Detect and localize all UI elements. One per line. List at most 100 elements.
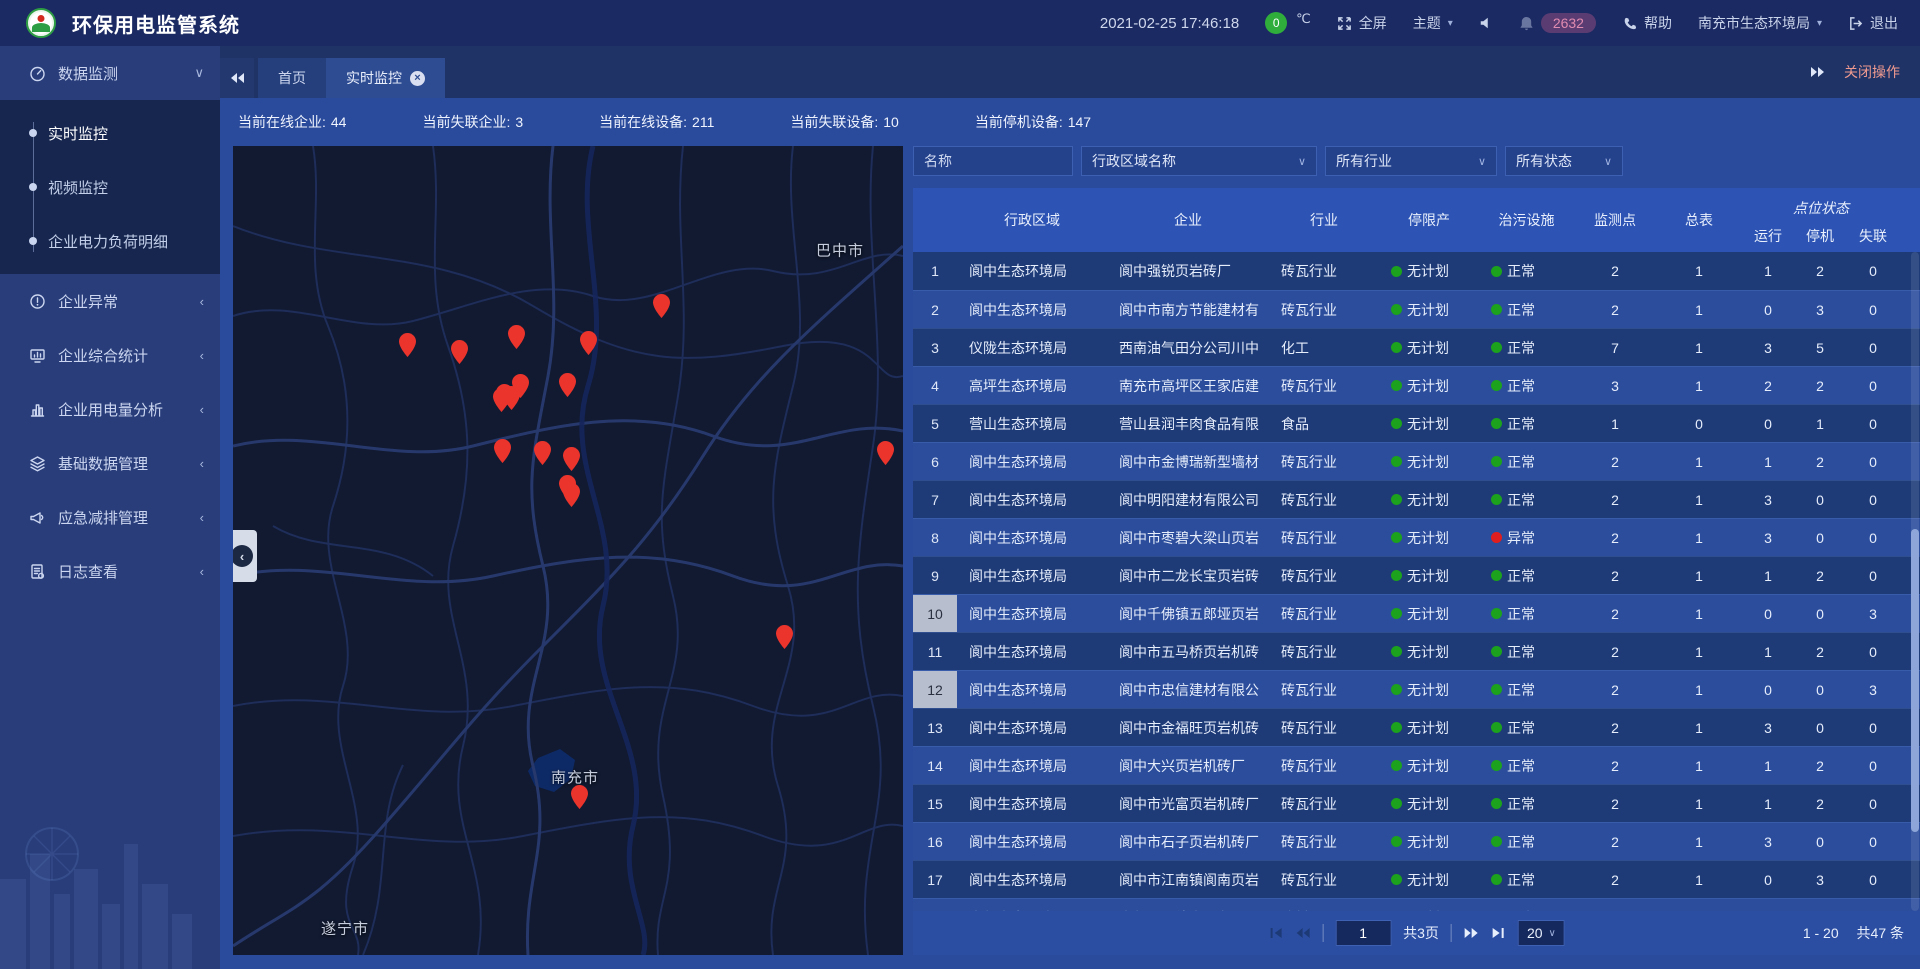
cell-disconnected-count: 0 xyxy=(1846,405,1900,442)
org-menu[interactable]: 南充市生态环境局 ▾ xyxy=(1698,13,1822,33)
tab-home[interactable]: 首页 xyxy=(258,58,326,98)
map-pin-icon[interactable] xyxy=(562,446,581,472)
sidebar-subitem-企业电力负荷明细[interactable]: 企业电力负荷明细 xyxy=(0,214,220,268)
region-select[interactable]: 行政区域名称 ∨ xyxy=(1081,146,1317,176)
cell-running-count: 3 xyxy=(1742,329,1794,366)
table-row[interactable]: 18 南部生态环境局 南部县砌佳土湿有限公 建材加工 无计划 正常 6 0 0 … xyxy=(913,898,1920,911)
status-dot-icon xyxy=(1391,494,1402,505)
sidebar-item-企业综合统计[interactable]: 企业综合统计 ‹ xyxy=(0,328,220,382)
notification-count-badge: 2632 xyxy=(1541,13,1596,33)
sidebar-subitem-视频监控[interactable]: 视频监控 xyxy=(0,160,220,214)
cell-region: 阆中生态环境局 xyxy=(957,823,1107,860)
help-button[interactable]: 帮助 xyxy=(1622,13,1672,33)
pagination-bar: 共3页 20 ∨ xyxy=(913,911,1920,955)
app-title: 环保用电监管系统 xyxy=(72,9,240,38)
last-page-button[interactable] xyxy=(1492,927,1506,939)
sidebar-item-日志查看[interactable]: 日志查看 ‹ xyxy=(0,544,220,598)
map-pin-icon[interactable] xyxy=(502,385,521,411)
table-row[interactable]: 8 阆中生态环境局 阆中市枣碧大梁山页岩 砖瓦行业 无计划 异常 2 1 3 0… xyxy=(913,518,1920,556)
page-size-select[interactable]: 20 ∨ xyxy=(1518,920,1565,946)
sidebar-subitem-实时监控[interactable]: 实时监控 xyxy=(0,106,220,160)
tabs-scroll-right-button[interactable] xyxy=(1810,66,1826,78)
logout-button[interactable]: 退出 xyxy=(1848,13,1898,33)
cell-total-meter: 1 xyxy=(1656,709,1742,746)
bullet-icon xyxy=(29,129,37,137)
map-pin-icon[interactable] xyxy=(775,624,794,650)
sidebar-item-应急减排管理[interactable]: 应急减排管理 ‹ xyxy=(0,490,220,544)
table-row[interactable]: 11 阆中生态环境局 阆中市五马桥页岩机砖 砖瓦行业 无计划 正常 2 1 1 … xyxy=(913,632,1920,670)
table-row[interactable]: 9 阆中生态环境局 阆中市二龙长宝页岩砖 砖瓦行业 无计划 正常 2 1 1 2… xyxy=(913,556,1920,594)
cell-index: 15 xyxy=(913,785,957,822)
first-page-button[interactable] xyxy=(1268,927,1282,939)
cell-total-meter: 1 xyxy=(1656,557,1742,594)
map-pin-icon[interactable] xyxy=(450,339,469,365)
table-row[interactable]: 16 阆中生态环境局 阆中市石子页岩机砖厂 砖瓦行业 无计划 正常 2 1 3 … xyxy=(913,822,1920,860)
table-row[interactable]: 14 阆中生态环境局 阆中大兴页岩机砖厂 砖瓦行业 无计划 正常 2 1 1 2… xyxy=(913,746,1920,784)
table-row[interactable]: 7 阆中生态环境局 阆中明阳建材有限公司 砖瓦行业 无计划 正常 2 1 3 0… xyxy=(913,480,1920,518)
table-row[interactable]: 13 阆中生态环境局 阆中市金福旺页岩机砖 砖瓦行业 无计划 正常 2 1 3 … xyxy=(913,708,1920,746)
cell-region: 阆中生态环境局 xyxy=(957,595,1107,632)
cell-total-meter: 1 xyxy=(1656,747,1742,784)
industry-select[interactable]: 所有行业 ∨ xyxy=(1325,146,1497,176)
table-row[interactable]: 12 阆中生态环境局 阆中市忠信建材有限公 砖瓦行业 无计划 正常 2 1 0 … xyxy=(913,670,1920,708)
table-row[interactable]: 3 仪陇生态环境局 西南油气田分公司川中 化工 无计划 正常 7 1 3 5 0 xyxy=(913,328,1920,366)
table-scrollbar[interactable] xyxy=(1911,252,1919,911)
cell-disconnected-count: 0 xyxy=(1846,481,1900,518)
cell-company: 阆中市南方节能建材有 xyxy=(1107,291,1269,328)
sound-toggle[interactable] xyxy=(1479,16,1493,30)
cell-stopped-count: 0 xyxy=(1794,481,1846,518)
gauge-icon xyxy=(29,65,46,82)
fullscreen-button[interactable]: 全屏 xyxy=(1337,13,1387,33)
notifications[interactable]: 2632 xyxy=(1519,13,1596,33)
table-row[interactable]: 10 阆中生态环境局 阆中千佛镇五郎垭页岩 砖瓦行业 无计划 正常 2 1 0 … xyxy=(913,594,1920,632)
table-row[interactable]: 15 阆中生态环境局 阆中市光富页岩机砖厂 砖瓦行业 无计划 正常 2 1 1 … xyxy=(913,784,1920,822)
cell-limit-status: 无计划 xyxy=(1379,595,1479,632)
close-operations-button[interactable]: 关闭操作 xyxy=(1844,62,1900,82)
table-row[interactable]: 2 阆中生态环境局 阆中市南方节能建材有 砖瓦行业 无计划 正常 2 1 0 3… xyxy=(913,290,1920,328)
table-row[interactable]: 6 阆中生态环境局 阆中市金博瑞新型墙材 砖瓦行业 无计划 正常 2 1 1 2… xyxy=(913,442,1920,480)
map-pin-icon[interactable] xyxy=(533,440,552,466)
prev-page-button[interactable] xyxy=(1294,927,1310,939)
sidebar-item-基础数据管理[interactable]: 基础数据管理 ‹ xyxy=(0,436,220,490)
table-row[interactable]: 4 高坪生态环境局 南充市高坪区王家店建 砖瓦行业 无计划 正常 3 1 2 2… xyxy=(913,366,1920,404)
sidebar-item-企业用电量分析[interactable]: 企业用电量分析 ‹ xyxy=(0,382,220,436)
tab-close-icon[interactable]: × xyxy=(410,71,425,86)
cell-industry: 砖瓦行业 xyxy=(1269,557,1379,594)
status-dot-icon xyxy=(1391,342,1402,353)
map-collapse-handle[interactable]: ‹ xyxy=(233,530,257,582)
cell-total-meter: 1 xyxy=(1656,291,1742,328)
map-panel[interactable]: 巴中市南充市遂宁市 ‹ xyxy=(233,146,903,955)
map-pin-icon[interactable] xyxy=(493,438,512,464)
tab-realtime-monitoring[interactable]: 实时监控 × xyxy=(326,58,445,98)
sidebar-item-企业异常[interactable]: 企业异常 ‹ xyxy=(0,274,220,328)
cell-index: 4 xyxy=(913,367,957,404)
map-pin-icon[interactable] xyxy=(876,440,895,466)
map-pin-icon[interactable] xyxy=(507,324,526,350)
map-pin-icon[interactable] xyxy=(398,332,417,358)
status-dot-icon xyxy=(1491,532,1502,543)
table-row[interactable]: 1 阆中生态环境局 阆中强锐页岩砖厂 砖瓦行业 无计划 正常 2 1 1 2 0 xyxy=(913,252,1920,290)
map-pin-icon[interactable] xyxy=(570,784,589,810)
table-row[interactable]: 5 营山生态环境局 营山县润丰肉食品有限 食品 无计划 正常 1 0 0 1 0 xyxy=(913,404,1920,442)
cell-monitor-count: 3 xyxy=(1574,367,1656,404)
map-pin-icon[interactable] xyxy=(562,482,581,508)
cell-stopped-count: 2 xyxy=(1794,747,1846,784)
scrollbar-thumb[interactable] xyxy=(1911,529,1919,832)
theme-menu[interactable]: 主题 ▾ xyxy=(1413,13,1453,33)
page-number-input[interactable] xyxy=(1335,920,1391,946)
map-pin-icon[interactable] xyxy=(652,293,671,319)
status-select[interactable]: 所有状态 ∨ xyxy=(1505,146,1623,176)
cell-index: 11 xyxy=(913,633,957,670)
cell-limit-status: 无计划 xyxy=(1379,252,1479,290)
map-pin-icon[interactable] xyxy=(579,330,598,356)
tabs-scroll-left-button[interactable] xyxy=(220,58,254,98)
col-header-region: 行政区域 xyxy=(957,188,1107,252)
name-search-input[interactable] xyxy=(913,146,1073,176)
next-page-button[interactable] xyxy=(1464,927,1480,939)
cell-index: 16 xyxy=(913,823,957,860)
cell-monitor-count: 1 xyxy=(1574,405,1656,442)
table-row[interactable]: 17 阆中生态环境局 阆中市江南镇阆南页岩 砖瓦行业 无计划 正常 2 1 0 … xyxy=(913,860,1920,898)
sidebar-item-数据监测[interactable]: 数据监测 ∨ xyxy=(0,46,220,100)
cell-index: 14 xyxy=(913,747,957,784)
map-pin-icon[interactable] xyxy=(558,372,577,398)
